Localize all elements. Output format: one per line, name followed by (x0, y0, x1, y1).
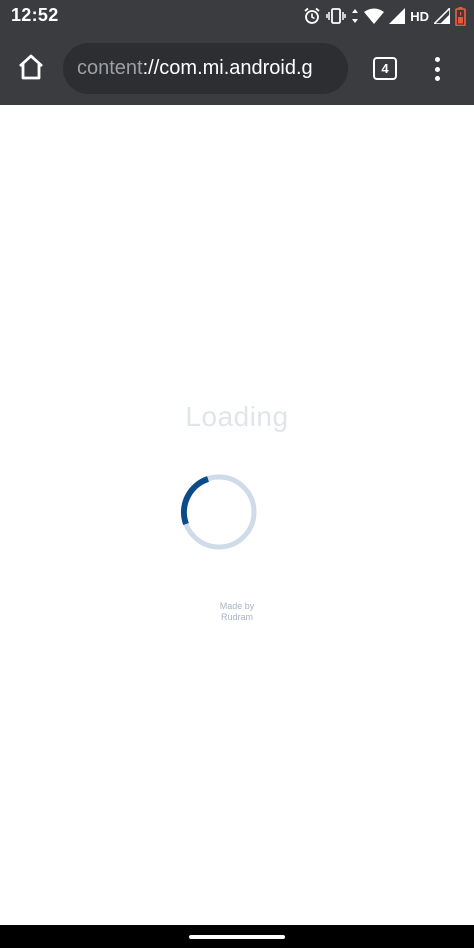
spinner-arc (181, 476, 210, 526)
menu-dot (434, 66, 440, 72)
home-button[interactable] (14, 52, 48, 86)
tab-switcher-button[interactable]: 4 (373, 57, 397, 80)
tab-count: 4 (381, 61, 389, 76)
loading-spinner (180, 473, 258, 551)
url-bar[interactable]: content://com.mi.android.g (63, 43, 348, 94)
network-label: HD (410, 8, 429, 24)
menu-dot (434, 76, 440, 81)
signal-icon-secondary (434, 8, 450, 24)
credit-text: Made by Rudram (0, 601, 474, 623)
browser-toolbar: content://com.mi.android.g 4 (0, 32, 474, 105)
data-arrows-icon (351, 7, 359, 25)
nav-bar (0, 925, 474, 948)
credit-line-1: Made by (219, 601, 255, 611)
wifi-icon (364, 8, 385, 24)
screen: 12:52 HD content://com.mi.android.g 4 Lo… (0, 0, 474, 948)
url-scheme: content (77, 57, 143, 79)
status-time: 12:52 (11, 5, 59, 25)
signal-icon (389, 8, 406, 24)
url-rest: ://com.mi.android.g (142, 57, 313, 79)
more-vert-icon[interactable] (426, 54, 448, 84)
home-icon (17, 53, 45, 86)
credit-line-2: Rudram (220, 612, 253, 622)
gesture-handle[interactable] (189, 935, 285, 939)
status-bar: 12:52 HD (0, 0, 474, 32)
vibrate-icon (326, 7, 346, 25)
page-content: Loading Made by Rudram (0, 105, 474, 925)
battery-icon (455, 6, 466, 26)
alarm-icon (303, 7, 321, 25)
status-icons: HD (303, 6, 466, 26)
loading-title: Loading (185, 401, 289, 432)
menu-dot (434, 57, 440, 62)
